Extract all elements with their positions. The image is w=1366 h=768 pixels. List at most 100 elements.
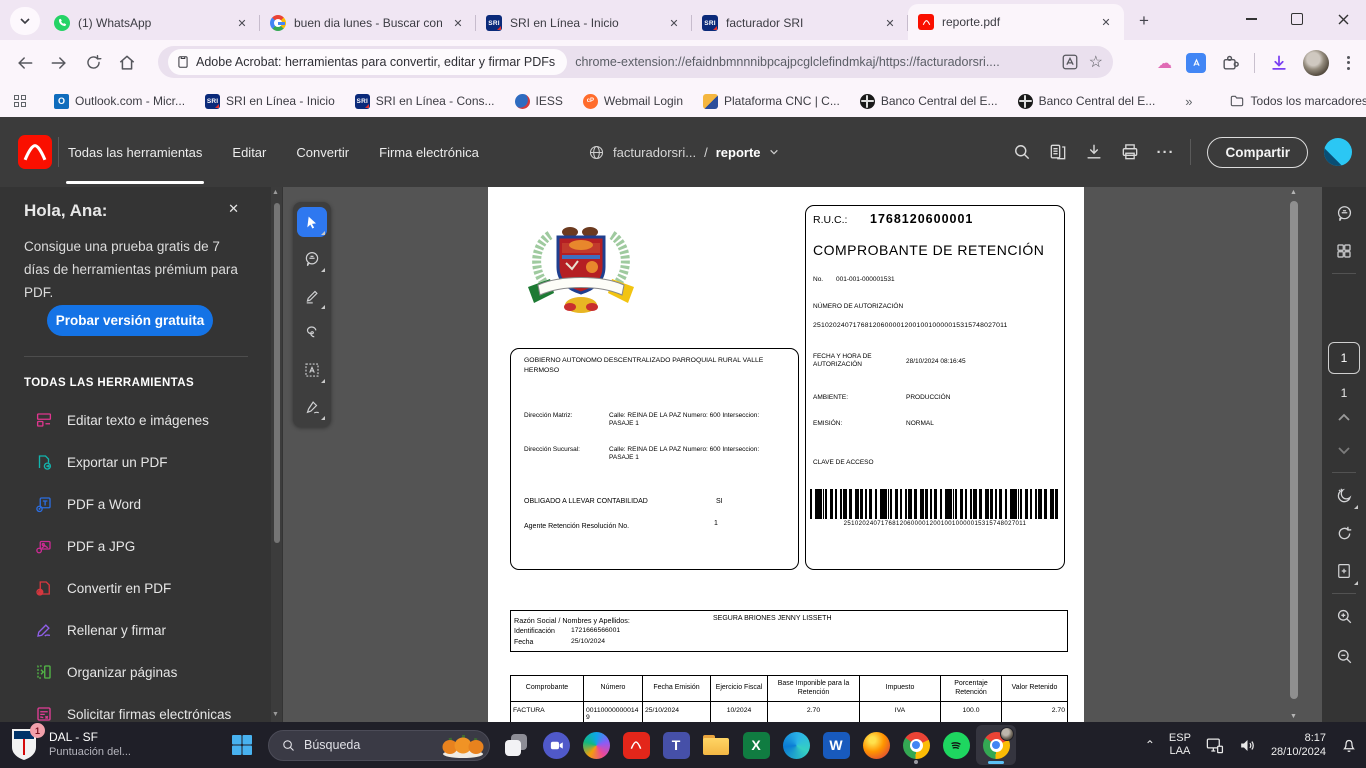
- menu-esign[interactable]: Firma electrónica: [377, 141, 481, 164]
- more-options-icon[interactable]: ···: [1156, 144, 1174, 161]
- next-page-icon[interactable]: [1328, 434, 1360, 466]
- extensions-puzzle-icon[interactable]: [1220, 53, 1240, 73]
- select-tool-button[interactable]: [297, 207, 327, 237]
- comment-tool-button[interactable]: [297, 244, 327, 274]
- tab-facturador[interactable]: SRI facturador SRI ✕: [692, 6, 908, 40]
- trial-button[interactable]: Probar versión gratuita: [47, 305, 213, 336]
- back-button[interactable]: [8, 46, 42, 80]
- start-button[interactable]: [222, 725, 262, 765]
- apps-grid-icon[interactable]: [14, 95, 26, 107]
- google-translate-extension-icon[interactable]: [1186, 53, 1206, 73]
- all-bookmarks-button[interactable]: Todos los marcadores: [1229, 93, 1366, 109]
- tab-close-icon[interactable]: ✕: [666, 15, 682, 31]
- share-button[interactable]: Compartir: [1207, 137, 1308, 168]
- bookmark-iess[interactable]: IESS: [515, 94, 563, 109]
- notification-bell-icon[interactable]: [1340, 736, 1358, 754]
- word-button[interactable]: W: [816, 725, 856, 765]
- rotate-page-icon[interactable]: [1328, 517, 1360, 549]
- tab-google-search[interactable]: buen dia lunes - Buscar con ✕: [260, 6, 476, 40]
- minimize-button[interactable]: [1228, 0, 1274, 38]
- bookmark-outlook[interactable]: O Outlook.com - Micr...: [54, 94, 185, 109]
- tab-sri-inicio[interactable]: SRI SRI en Línea - Inicio ✕: [476, 6, 692, 40]
- scrollbar-thumb[interactable]: [1290, 201, 1298, 699]
- translate-icon[interactable]: [1061, 53, 1079, 71]
- search-icon[interactable]: [1012, 142, 1032, 162]
- sign-tool-button[interactable]: [297, 392, 327, 422]
- print-icon[interactable]: [1120, 142, 1140, 162]
- edge-button[interactable]: [776, 725, 816, 765]
- menu-edit[interactable]: Editar: [230, 141, 268, 164]
- network-icon[interactable]: [1205, 736, 1224, 755]
- tool-pdf-to-jpg[interactable]: PDF a JPG: [0, 525, 270, 567]
- chrome-button[interactable]: [896, 725, 936, 765]
- acrobat-logo[interactable]: [18, 135, 52, 169]
- tab-reporte-pdf[interactable]: reporte.pdf ✕: [908, 4, 1124, 40]
- theme-toggle-icon[interactable]: [1328, 479, 1360, 511]
- bookmark-banco-central-2[interactable]: Banco Central del E...: [1018, 94, 1156, 109]
- menu-convert[interactable]: Convertir: [294, 141, 351, 164]
- breadcrumb[interactable]: facturadorsri... / reporte: [588, 117, 779, 187]
- news-widget[interactable]: 1 DAL - SF Puntuación del...: [10, 727, 131, 761]
- spotify-button[interactable]: [936, 725, 976, 765]
- cloud-extension-icon[interactable]: ☁: [1157, 54, 1172, 72]
- document-scrollbar[interactable]: ▲ ▼: [1288, 187, 1300, 722]
- volume-icon[interactable]: [1238, 736, 1257, 755]
- profile-avatar[interactable]: [1303, 50, 1329, 76]
- bookmark-webmail[interactable]: cP Webmail Login: [583, 94, 683, 109]
- scrollbar-thumb[interactable]: [274, 203, 280, 543]
- close-icon[interactable]: ✕: [228, 201, 239, 217]
- acrobat-avatar[interactable]: [1324, 138, 1352, 166]
- bookmark-cnc[interactable]: Plataforma CNC | C...: [703, 94, 840, 109]
- clock[interactable]: 8:17 28/10/2024: [1271, 731, 1326, 759]
- chrome-active-button[interactable]: [976, 725, 1016, 765]
- bookmarks-overflow-icon[interactable]: »: [1185, 94, 1192, 109]
- language-indicator[interactable]: ESP LAA: [1169, 732, 1191, 758]
- firefox-button[interactable]: [856, 725, 896, 765]
- bookmark-sri-inicio[interactable]: SRI SRI en Línea - Inicio: [205, 94, 335, 109]
- scroll-up-icon[interactable]: ▲: [272, 189, 279, 196]
- bookmark-sri-consultas[interactable]: SRI SRI en Línea - Cons...: [355, 94, 495, 109]
- bookmark-star-icon[interactable]: ☆: [1089, 52, 1103, 72]
- tab-close-icon[interactable]: ✕: [1098, 14, 1114, 30]
- bookmark-banco-central-1[interactable]: Banco Central del E...: [860, 94, 998, 109]
- zoom-out-icon[interactable]: [1328, 640, 1360, 672]
- home-button[interactable]: [110, 46, 144, 80]
- chat-button[interactable]: [536, 725, 576, 765]
- highlight-tool-button[interactable]: [297, 281, 327, 311]
- add-text-tool-button[interactable]: [297, 355, 327, 385]
- scroll-up-icon[interactable]: ▲: [1290, 189, 1297, 196]
- previous-page-icon[interactable]: [1328, 402, 1360, 434]
- new-tab-button[interactable]: +: [1130, 7, 1158, 35]
- tool-export-pdf[interactable]: Exportar un PDF: [0, 441, 270, 483]
- tool-edit-text[interactable]: Editar texto e imágenes: [0, 399, 270, 441]
- scroll-down-icon[interactable]: ▼: [1290, 713, 1297, 720]
- tools-grid-icon[interactable]: [1328, 235, 1360, 267]
- zoom-in-icon[interactable]: [1328, 600, 1360, 632]
- tab-search-button[interactable]: [10, 7, 40, 35]
- lasso-tool-button[interactable]: [297, 318, 327, 348]
- page-thumbnails-icon[interactable]: [1048, 142, 1068, 162]
- tab-close-icon[interactable]: ✕: [450, 15, 466, 31]
- tool-convert-to-pdf[interactable]: Convertir en PDF: [0, 567, 270, 609]
- tool-fill-sign[interactable]: Rellenar y firmar: [0, 609, 270, 651]
- browser-menu-icon[interactable]: [1343, 52, 1354, 74]
- close-button[interactable]: [1320, 0, 1366, 38]
- acrobat-app-button[interactable]: [616, 725, 656, 765]
- teams-button[interactable]: T: [656, 725, 696, 765]
- task-view-button[interactable]: [496, 725, 536, 765]
- file-explorer-button[interactable]: [696, 725, 736, 765]
- forward-button[interactable]: [42, 46, 76, 80]
- maximize-button[interactable]: [1274, 0, 1320, 38]
- tray-chevron-icon[interactable]: ⌃: [1145, 738, 1155, 752]
- tab-close-icon[interactable]: ✕: [882, 15, 898, 31]
- panel-scrollbar[interactable]: ▲ ▼: [271, 187, 282, 722]
- address-bar[interactable]: Adobe Acrobat: herramientas para convert…: [158, 46, 1113, 78]
- scroll-down-icon[interactable]: ▼: [272, 711, 279, 718]
- search-box[interactable]: Búsqueda: [268, 730, 490, 761]
- reload-button[interactable]: [76, 46, 110, 80]
- menu-all-tools[interactable]: Todas las herramientas: [66, 141, 204, 164]
- current-page-indicator[interactable]: 1: [1328, 342, 1360, 374]
- annotations-icon[interactable]: [1328, 197, 1360, 229]
- fit-page-icon[interactable]: [1328, 555, 1360, 587]
- copilot-button[interactable]: [576, 725, 616, 765]
